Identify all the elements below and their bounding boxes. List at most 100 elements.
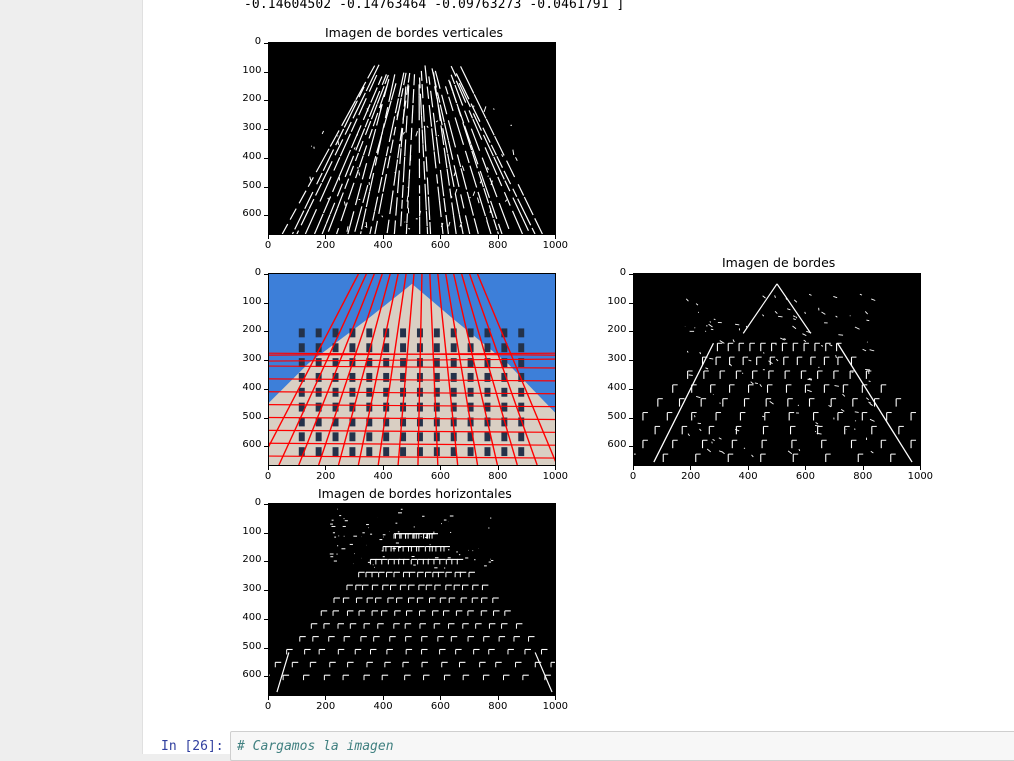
y-tick-label: 400 <box>242 382 261 393</box>
y-tick-label: 0 <box>255 497 261 508</box>
x-tick-label: 800 <box>488 471 507 482</box>
y-tick-mark <box>264 129 268 130</box>
y-tick-label: 200 <box>607 324 626 335</box>
y-tick-label: 400 <box>242 612 261 623</box>
y-tick-mark <box>264 389 268 390</box>
x-tick-mark <box>325 466 326 470</box>
y-tick-label: 300 <box>242 122 261 133</box>
y-tick-mark <box>264 215 268 216</box>
x-tick-label: 0 <box>265 471 271 482</box>
y-tick-label: 600 <box>242 439 261 450</box>
hough-lines-image <box>268 273 556 466</box>
y-tick-mark <box>264 274 268 275</box>
x-tick-mark <box>440 466 441 470</box>
x-tick-mark <box>633 466 634 470</box>
y-tick-label: 200 <box>242 324 261 335</box>
x-tick-mark <box>268 235 269 239</box>
code-comment: # Cargamos la imagen <box>237 739 394 754</box>
y-tick-mark <box>264 648 268 649</box>
edges-image <box>633 273 921 466</box>
y-tick-mark <box>264 100 268 101</box>
x-tick-label: 800 <box>488 240 507 251</box>
y-tick-label: 100 <box>607 296 626 307</box>
horizontal-edges-image <box>268 503 556 696</box>
x-tick-label: 800 <box>488 701 507 712</box>
code-cell-input[interactable]: # Cargamos la imagen <box>230 731 1014 761</box>
x-tick-label: 200 <box>316 240 335 251</box>
array-output-text: -0.14604502 -0.14763464 -0.09763273 -0.0… <box>244 0 624 12</box>
y-tick-label: 400 <box>607 382 626 393</box>
x-tick-label: 0 <box>265 240 271 251</box>
y-tick-label: 600 <box>242 208 261 219</box>
y-tick-mark <box>264 43 268 44</box>
y-tick-mark <box>264 533 268 534</box>
x-tick-mark <box>325 696 326 700</box>
x-tick-mark <box>748 466 749 470</box>
y-tick-label: 500 <box>242 180 261 191</box>
y-tick-label: 500 <box>607 411 626 422</box>
y-tick-mark <box>629 360 633 361</box>
x-tick-label: 400 <box>374 701 393 712</box>
cell-prompt: In [26]: <box>161 739 224 754</box>
y-tick-label: 500 <box>242 411 261 422</box>
y-tick-mark <box>629 389 633 390</box>
vertical-edges-image <box>268 42 556 235</box>
y-tick-mark <box>629 331 633 332</box>
x-tick-label: 600 <box>431 701 450 712</box>
x-tick-mark <box>268 696 269 700</box>
y-tick-label: 500 <box>242 641 261 652</box>
y-tick-label: 100 <box>242 65 261 76</box>
x-tick-mark <box>920 466 921 470</box>
x-tick-label: 1000 <box>543 701 568 712</box>
y-tick-label: 0 <box>255 36 261 47</box>
plot-title-horizontal: Imagen de bordes horizontales <box>318 486 512 501</box>
x-tick-label: 600 <box>431 240 450 251</box>
x-tick-label: 600 <box>796 471 815 482</box>
x-tick-label: 1000 <box>543 471 568 482</box>
x-tick-mark <box>440 696 441 700</box>
x-tick-mark <box>383 235 384 239</box>
plot-title-vertical: Imagen de bordes verticales <box>325 25 503 40</box>
y-tick-mark <box>629 274 633 275</box>
x-tick-label: 1000 <box>908 471 933 482</box>
y-tick-mark <box>264 676 268 677</box>
y-tick-label: 200 <box>242 93 261 104</box>
x-tick-label: 400 <box>374 240 393 251</box>
x-tick-label: 600 <box>431 471 450 482</box>
x-tick-label: 0 <box>265 701 271 712</box>
x-tick-label: 200 <box>681 471 700 482</box>
x-tick-mark <box>325 235 326 239</box>
y-tick-label: 100 <box>242 526 261 537</box>
y-tick-label: 0 <box>620 267 626 278</box>
y-tick-mark <box>264 504 268 505</box>
x-tick-mark <box>863 466 864 470</box>
y-tick-mark <box>264 158 268 159</box>
y-tick-label: 100 <box>242 296 261 307</box>
y-tick-mark <box>264 418 268 419</box>
y-tick-mark <box>629 418 633 419</box>
y-tick-mark <box>264 590 268 591</box>
x-tick-mark <box>498 235 499 239</box>
x-tick-mark <box>555 235 556 239</box>
x-tick-mark <box>383 696 384 700</box>
y-tick-mark <box>264 331 268 332</box>
y-tick-label: 600 <box>242 669 261 680</box>
y-tick-mark <box>264 619 268 620</box>
y-tick-mark <box>264 72 268 73</box>
x-tick-label: 800 <box>853 471 872 482</box>
x-tick-label: 200 <box>316 701 335 712</box>
y-tick-label: 300 <box>242 353 261 364</box>
x-tick-label: 0 <box>630 471 636 482</box>
x-tick-label: 400 <box>739 471 758 482</box>
y-tick-mark <box>264 561 268 562</box>
x-tick-mark <box>383 466 384 470</box>
y-tick-label: 400 <box>242 151 261 162</box>
y-tick-label: 0 <box>255 267 261 278</box>
y-tick-label: 600 <box>607 439 626 450</box>
x-tick-mark <box>555 696 556 700</box>
x-tick-mark <box>498 696 499 700</box>
y-tick-label: 300 <box>242 583 261 594</box>
y-tick-mark <box>629 446 633 447</box>
y-tick-mark <box>264 303 268 304</box>
x-tick-mark <box>555 466 556 470</box>
